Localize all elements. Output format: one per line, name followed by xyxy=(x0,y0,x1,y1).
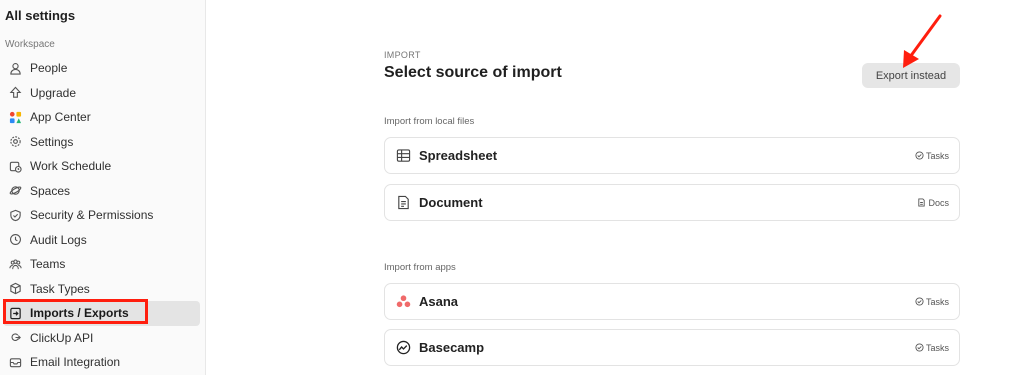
sidebar-item-teams[interactable]: Teams xyxy=(3,252,200,277)
person-icon xyxy=(9,62,22,75)
api-icon xyxy=(9,331,22,344)
shield-icon xyxy=(9,209,22,222)
sidebar-item-label: Task Types xyxy=(30,281,90,296)
settings-sidebar: All settings Workspace People Upgrade Ap… xyxy=(0,0,206,375)
doc-icon xyxy=(917,198,926,207)
annotation-arrow xyxy=(903,14,942,68)
source-tag-label: Tasks xyxy=(925,296,949,307)
source-tag-label: Docs xyxy=(928,197,949,208)
sidebar-item-label: Settings xyxy=(30,134,74,149)
import-source-asana[interactable]: Asana Tasks xyxy=(384,283,960,320)
sidebar-item-label: Imports / Exports xyxy=(30,306,129,321)
source-tag: Tasks xyxy=(915,151,949,161)
sidebar-item-label: Security & Permissions xyxy=(30,208,154,223)
upgrade-icon xyxy=(9,86,22,99)
check-circle-icon xyxy=(915,151,924,160)
source-tag: Docs xyxy=(917,198,949,208)
sidebar-item-label: Spaces xyxy=(30,183,71,198)
source-tag-label: Tasks xyxy=(925,342,949,353)
import-source-spreadsheet[interactable]: Spreadsheet Tasks xyxy=(384,137,960,174)
app-center-icon xyxy=(9,111,22,124)
history-icon xyxy=(9,233,22,246)
sidebar-item-label: Work Schedule xyxy=(30,159,112,174)
sidebar-item-upgrade[interactable]: Upgrade xyxy=(3,81,200,106)
basecamp-icon xyxy=(395,340,411,356)
table-icon xyxy=(395,148,411,164)
source-name: Document xyxy=(419,195,483,210)
asana-icon xyxy=(395,294,411,310)
source-tag: Tasks xyxy=(915,297,949,307)
gear-icon xyxy=(9,135,22,148)
sidebar-item-people[interactable]: People xyxy=(3,56,200,81)
page-eyebrow: IMPORT xyxy=(384,50,421,60)
page-title: Select source of import xyxy=(384,64,562,81)
sidebar-item-label: Upgrade xyxy=(30,85,77,100)
planet-icon xyxy=(9,184,22,197)
check-circle-icon xyxy=(915,343,924,352)
workspace-section-label: Workspace xyxy=(5,39,55,50)
source-name: Asana xyxy=(419,294,459,309)
sidebar-item-email-integration[interactable]: Email Integration xyxy=(3,350,200,375)
sidebar-item-spaces[interactable]: Spaces xyxy=(3,179,200,204)
mail-icon xyxy=(9,356,22,369)
calendar-clock-icon xyxy=(9,160,22,173)
local-files-label: Import from local files xyxy=(384,116,475,127)
sidebar-item-label: Audit Logs xyxy=(30,232,87,247)
import-icon xyxy=(9,307,22,320)
sidebar-item-audit-logs[interactable]: Audit Logs xyxy=(3,228,200,253)
sidebar-title: All settings xyxy=(5,8,76,23)
sidebar-item-imports-exports[interactable]: Imports / Exports xyxy=(3,299,200,326)
cube-icon xyxy=(9,282,22,295)
check-circle-icon xyxy=(915,297,924,306)
source-name: Spreadsheet xyxy=(419,148,498,163)
sidebar-item-security[interactable]: Security & Permissions xyxy=(3,203,200,228)
sidebar-nav: People Upgrade App Center Settings Work … xyxy=(3,56,200,375)
import-source-document[interactable]: Document Docs xyxy=(384,184,960,221)
source-name: Basecamp xyxy=(419,340,485,355)
import-source-basecamp[interactable]: Basecamp Tasks xyxy=(384,329,960,366)
sidebar-item-app-center[interactable]: App Center xyxy=(3,105,200,130)
team-icon xyxy=(9,258,22,271)
source-tag-label: Tasks xyxy=(925,150,949,161)
sidebar-item-settings[interactable]: Settings xyxy=(3,130,200,155)
sidebar-item-label: Teams xyxy=(30,257,66,272)
sidebar-item-label: People xyxy=(30,61,68,76)
source-tag: Tasks xyxy=(915,343,949,353)
apps-label: Import from apps xyxy=(384,262,456,273)
document-icon xyxy=(395,195,411,211)
sidebar-item-clickup-api[interactable]: ClickUp API xyxy=(3,326,200,351)
sidebar-item-task-types[interactable]: Task Types xyxy=(3,277,200,302)
sidebar-item-work-schedule[interactable]: Work Schedule xyxy=(3,154,200,179)
sidebar-item-label: ClickUp API xyxy=(30,330,94,345)
sidebar-item-label: Email Integration xyxy=(30,355,121,370)
sidebar-item-label: App Center xyxy=(30,110,91,125)
